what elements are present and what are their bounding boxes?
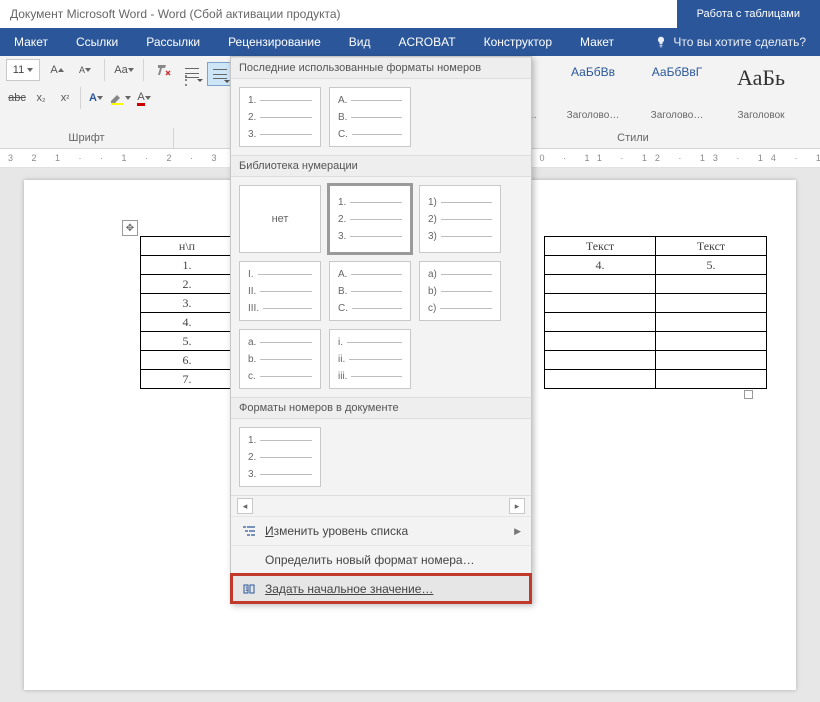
format-upper-alpha[interactable]: A. B. C. — [329, 87, 411, 147]
ribbon-tabs: Макет Ссылки Рассылки Рецензирование Вид… — [0, 28, 820, 56]
cmd-define-format[interactable]: Определить новый формат номера… — [231, 545, 531, 574]
format-arabic-dot[interactable]: 1. 2. 3. — [239, 87, 321, 147]
table-header[interactable]: Текст — [656, 237, 767, 256]
table-move-handle-icon[interactable]: ✥ — [122, 220, 138, 236]
tell-me-search[interactable]: Что вы хотите сделать? — [641, 28, 820, 56]
table-cell[interactable]: 5. — [656, 256, 767, 275]
table-cell[interactable] — [545, 313, 656, 332]
shrink-font-button[interactable]: A — [74, 59, 96, 81]
table-cell[interactable] — [656, 275, 767, 294]
contextual-tab-label: Работа с таблицами — [677, 0, 820, 28]
ribbon-font-group: 11 A A Aa abc x₂ x² A A Шрифт — [0, 56, 174, 148]
bullets-button[interactable] — [180, 62, 205, 84]
tab-mailings[interactable]: Рассылки — [132, 28, 214, 56]
cmd-define-format-label: Определить новый формат номера… — [265, 553, 475, 567]
separator — [143, 59, 144, 81]
format-roman-upper[interactable]: I. II. III. — [239, 261, 321, 321]
subscript-button[interactable]: x₂ — [30, 87, 52, 109]
tab-view[interactable]: Вид — [335, 28, 385, 56]
table-header[interactable]: н\п — [141, 237, 234, 256]
table-resize-handle[interactable] — [744, 390, 753, 399]
table-cell[interactable]: 2. — [141, 275, 234, 294]
cmd-change-level[interactable]: Изменить уровень списка ▶ — [231, 516, 531, 545]
table-cell[interactable]: 1. — [141, 256, 234, 275]
chevron-right-icon: ▶ — [514, 526, 521, 537]
style-heading1[interactable]: АаБбВвЗаголово… — [552, 60, 634, 124]
format-arabic-dot-selected[interactable]: 1. 2. 3. — [329, 185, 411, 253]
tab-review[interactable]: Рецензирование — [214, 28, 335, 56]
chevron-down-icon — [27, 68, 33, 72]
left-table[interactable]: н\п 1. 2. 3. 4. 5. 6. 7. — [140, 236, 234, 389]
right-table[interactable]: Текст Текст 4. 5. — [544, 236, 767, 389]
section-document: Форматы номеров в документе — [231, 397, 531, 419]
table-cell[interactable] — [656, 370, 767, 389]
change-case-button[interactable]: Aa — [113, 59, 135, 81]
table-cell[interactable]: 3. — [141, 294, 234, 313]
separator — [80, 87, 81, 109]
style-heading2[interactable]: АаБбВвГЗаголово… — [636, 60, 718, 124]
table-cell[interactable]: 4. — [545, 256, 656, 275]
table-cell[interactable]: 7. — [141, 370, 234, 389]
scroll-left-icon[interactable]: ◂ — [237, 498, 253, 514]
cmd-change-level-label: зменить уровень списка — [274, 524, 409, 538]
table-cell[interactable]: 6. — [141, 351, 234, 370]
highlight-button[interactable] — [109, 87, 131, 109]
strikethrough-button[interactable]: abc — [6, 87, 28, 109]
table-cell[interactable] — [545, 275, 656, 294]
set-value-icon: 1 — [241, 581, 257, 597]
lightbulb-icon — [655, 36, 667, 48]
tab-layout[interactable]: Макет — [0, 28, 62, 56]
table-header[interactable]: Текст — [545, 237, 656, 256]
tell-me-label: Что вы хотите сделать? — [673, 35, 806, 49]
superscript-button[interactable]: x² — [54, 87, 76, 109]
font-color-button[interactable]: A — [133, 87, 155, 109]
cmd-set-value-label: Задать начальное значение… — [265, 582, 433, 596]
tab-references[interactable]: Ссылки — [62, 28, 132, 56]
tab-acrobat[interactable]: ACROBAT — [384, 28, 469, 56]
grow-font-button[interactable]: A — [46, 59, 68, 81]
popup-scrollbar[interactable]: ◂ ▸ — [231, 495, 531, 516]
format-doc-arabic[interactable]: 1. 2. 3. — [239, 427, 321, 487]
window-title: Документ Microsoft Word - Word (Сбой акт… — [0, 7, 341, 21]
font-size-combo[interactable]: 11 — [6, 59, 40, 81]
titlebar: Документ Microsoft Word - Word (Сбой акт… — [0, 0, 820, 28]
table-cell[interactable]: 4. — [141, 313, 234, 332]
blank-icon — [241, 552, 257, 568]
section-library: Библиотека нумерации — [231, 155, 531, 177]
table-cell[interactable] — [656, 332, 767, 351]
text-effects-button[interactable]: A — [85, 87, 107, 109]
cmd-set-value[interactable]: 1 Задать начальное значение… — [231, 574, 531, 603]
style-subtitle[interactable]: АаБбПодза — [804, 60, 820, 124]
style-title[interactable]: АаБьЗаголовок — [720, 60, 802, 124]
separator — [104, 59, 105, 81]
cmd-change-level-hotkey: И — [265, 524, 274, 538]
table-cell[interactable] — [656, 351, 767, 370]
clear-formatting-button[interactable] — [152, 59, 174, 81]
format-roman-lower[interactable]: i. ii. iii. — [329, 329, 411, 389]
tab-layout-table[interactable]: Макет — [566, 28, 628, 56]
table-cell[interactable] — [545, 294, 656, 313]
numbering-dropdown: Последние использованные форматы номеров… — [230, 56, 532, 604]
change-level-icon — [241, 523, 257, 539]
table-cell[interactable] — [545, 370, 656, 389]
scroll-right-icon[interactable]: ▸ — [509, 498, 525, 514]
format-lower-alpha-dot[interactable]: a. b. c. — [239, 329, 321, 389]
section-recent: Последние использованные форматы номеров — [231, 57, 531, 79]
table-cell[interactable] — [545, 332, 656, 351]
font-group-label: Шрифт — [0, 128, 174, 148]
format-none[interactable]: нет — [239, 185, 321, 253]
table-cell[interactable]: 5. — [141, 332, 234, 351]
table-cell[interactable] — [545, 351, 656, 370]
format-arabic-paren[interactable]: 1) 2) 3) — [419, 185, 501, 253]
table-cell[interactable] — [656, 294, 767, 313]
format-upper-alpha-2[interactable]: A. B. C. — [329, 261, 411, 321]
table-cell[interactable] — [656, 313, 767, 332]
tab-design[interactable]: Конструктор — [470, 28, 566, 56]
format-lower-alpha-paren[interactable]: a) b) c) — [419, 261, 501, 321]
